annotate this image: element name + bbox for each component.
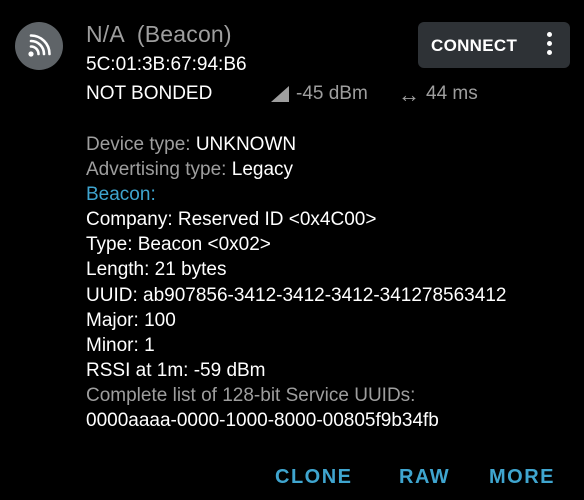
more-button[interactable]: MORE bbox=[489, 466, 555, 489]
bond-state: NOT BONDED bbox=[86, 83, 213, 104]
uuid-line: UUID: ab907856-3412-3412-3412-3412785634… bbox=[86, 284, 507, 306]
type-line: Type: Beacon <0x02> bbox=[86, 234, 271, 256]
length-line: Length: 21 bytes bbox=[86, 259, 227, 281]
device-title: N/A (Beacon) bbox=[86, 21, 232, 48]
device-type-label: (Beacon) bbox=[136, 21, 232, 47]
device-avatar bbox=[15, 22, 63, 70]
company-line: Company: Reserved ID <0x4C00> bbox=[86, 209, 377, 231]
raw-button[interactable]: RAW bbox=[399, 466, 450, 489]
service-uuids-key: Complete list of 128-bit Service UUIDs: bbox=[86, 384, 416, 406]
device-name: N/A bbox=[86, 21, 124, 47]
device-type-value: UNKNOWN bbox=[195, 134, 297, 155]
advertising-type-value: Legacy bbox=[231, 159, 294, 181]
interval-indicator: ↔ 44 ms bbox=[398, 83, 478, 105]
more-vert-icon[interactable] bbox=[544, 32, 554, 58]
minor-line: Minor: 1 bbox=[86, 334, 155, 356]
action-bar: CLONE RAW MORE bbox=[0, 466, 584, 490]
beacon-signal-icon bbox=[28, 34, 51, 57]
clone-button[interactable]: CLONE bbox=[275, 466, 353, 489]
signal-strength-icon bbox=[271, 86, 289, 102]
service-uuids-value: 0000aaaa-0000-1000-8000-00805f9b34fb bbox=[86, 410, 439, 432]
major-line: Major: 100 bbox=[86, 309, 176, 331]
rssi-indicator: -45 dBm bbox=[270, 83, 368, 105]
device-type-key: Device type: bbox=[86, 134, 196, 155]
advertising-type-row: Advertising type: Legacy bbox=[86, 157, 506, 182]
beacon-section-header: Beacon: bbox=[86, 184, 156, 206]
mac-address: 5C:01:3B:67:94:B6 bbox=[86, 54, 247, 75]
connect-button[interactable]: CONNECT bbox=[431, 36, 517, 56]
rssi-value: -45 dBm bbox=[296, 83, 368, 104]
advertisement-details: Device type: UNKNOWN Advertising type: L… bbox=[86, 132, 506, 433]
device-type-row: Device type: UNKNOWN bbox=[86, 132, 506, 157]
interval-value: 44 ms bbox=[426, 83, 478, 104]
advertising-type-key: Advertising type: bbox=[86, 159, 232, 181]
interval-arrows-icon: ↔ bbox=[398, 81, 420, 107]
connect-button-group: CONNECT bbox=[418, 22, 570, 68]
rssi-1m-line: RSSI at 1m: -59 dBm bbox=[86, 359, 266, 381]
